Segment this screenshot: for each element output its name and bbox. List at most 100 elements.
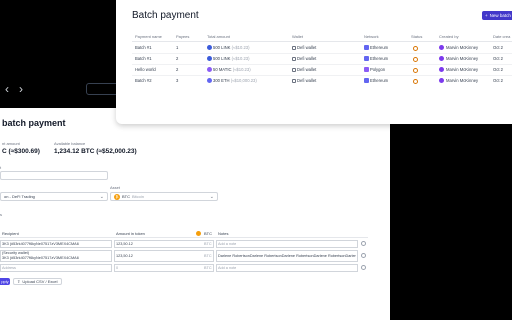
wallet-icon <box>292 78 296 83</box>
wallet-name: Defi wallet <box>297 78 317 83</box>
link-token-icon <box>207 56 212 62</box>
asset-symbol: BTC <box>122 194 130 199</box>
table-cell: Batch #2 <box>135 78 152 83</box>
network-name: Ethereum <box>370 45 389 50</box>
wallet-name: Defi wallet <box>297 45 317 50</box>
new-batch-button[interactable]: + New batch <box>482 11 512 20</box>
table-cell: Oct 2 <box>493 45 503 50</box>
chevron-down-icon: ⌄ <box>209 193 214 200</box>
bitcoin-icon: ₿ <box>114 193 120 200</box>
col-wallet[interactable]: Wallet <box>292 34 303 39</box>
eth-network-icon <box>364 56 369 62</box>
wallet-select-value: on - DeFi Trading <box>4 194 35 199</box>
wallet-name: Defi wallet <box>297 67 317 72</box>
plus-icon: + <box>485 13 488 18</box>
payees-count: 3 <box>176 78 179 83</box>
network-name: Polygon <box>370 67 386 72</box>
eth-token-icon <box>207 78 212 84</box>
new-batch-label: New batch <box>489 13 511 18</box>
col-total-amount[interactable]: Total amount <box>207 34 230 39</box>
eth-network-icon <box>364 78 369 84</box>
table-cell: Defi wallet <box>292 56 316 61</box>
amount-field[interactable] <box>114 264 214 272</box>
wallet-icon <box>292 56 296 61</box>
remove-row-icon[interactable] <box>361 253 366 258</box>
total-amount: 500 LINK <box>213 45 231 50</box>
payment-name: Batch #1 <box>135 45 152 50</box>
col-created-by[interactable]: Created by <box>439 34 459 39</box>
status-pending-icon <box>413 45 418 51</box>
payees-count: 1 <box>176 45 179 50</box>
chevron-down-icon: ⌄ <box>99 193 104 200</box>
col-payment-name[interactable]: Payment name <box>135 34 162 39</box>
field-a-label: t <box>0 165 2 170</box>
eth-network-icon <box>364 45 369 51</box>
table-cell: 500 LINK (≈$10.23) <box>207 56 250 62</box>
date-created: Oct 2 <box>493 45 504 50</box>
table-cell: Batch #1 <box>135 56 152 61</box>
remove-row-icon[interactable] <box>361 265 366 270</box>
col-payees[interactable]: Payees <box>176 34 189 39</box>
token-label: BTC <box>204 254 212 258</box>
chevron-right-icon[interactable]: › <box>16 82 26 96</box>
payees-count: 2 <box>176 67 179 72</box>
remove-row-icon[interactable] <box>361 241 366 246</box>
create-batch-panel <box>0 108 390 320</box>
network-name: Ethereum <box>370 56 389 61</box>
amount-label: nt amount <box>2 141 20 146</box>
name-input[interactable] <box>0 171 108 180</box>
table-cell: Oct 2 <box>493 78 503 83</box>
avatar <box>439 56 444 62</box>
app-stage: ‹ › batch payment nt amount C (≈$300.69)… <box>0 0 512 320</box>
asset-name: Bitcoin <box>132 194 145 199</box>
asset-select[interactable]: ₿ BTC Bitcoin ⌄ <box>110 192 218 201</box>
avatar <box>439 45 444 51</box>
col-status[interactable]: Status <box>411 34 422 39</box>
total-usd: (≈$10.23) <box>231 45 250 50</box>
poly-network-icon <box>364 67 369 73</box>
table-cell: Ethereum <box>364 45 389 51</box>
table-cell: Marvin McKinney <box>439 45 478 51</box>
table-cell: Ethereum <box>364 78 389 84</box>
upload-label: Upload CSV / Excel <box>22 279 58 284</box>
wallet-icon <box>292 67 296 72</box>
apply-button[interactable]: pply <box>0 278 10 285</box>
total-usd: (≈$10.23) <box>231 56 250 61</box>
wallet-icon <box>292 45 296 50</box>
note-field[interactable] <box>216 264 358 272</box>
avatar <box>439 78 444 84</box>
col-token[interactable]: BTC <box>196 231 212 236</box>
table-cell: Marvin McKinney <box>439 78 478 84</box>
status-pending-icon <box>413 56 418 62</box>
chevron-left-icon[interactable]: ‹ <box>2 82 12 96</box>
table-cell: 2 <box>176 67 178 72</box>
payees-count: 2 <box>176 56 179 61</box>
balance-value: 1,234.12 BTC (≈$52,000.23) <box>54 148 137 155</box>
payment-name: Batch #2 <box>135 78 152 83</box>
payment-name: Hello world <box>135 67 156 72</box>
table-cell: 1 <box>176 45 178 50</box>
table-cell: Marvin McKinney <box>439 56 479 62</box>
recipient-name: (Security wallet) <box>2 251 30 255</box>
table-cell: Ethereum <box>364 56 389 62</box>
table-cell: Oct 2 <box>493 56 503 61</box>
recipient-field[interactable] <box>0 264 112 272</box>
upload-csv-button[interactable]: ⇪ Upload CSV / Excel <box>13 278 62 285</box>
table-cell: Oct 2 <box>493 67 503 72</box>
page-title: Batch payment <box>132 10 199 21</box>
note-field[interactable] <box>216 240 358 248</box>
network-name: Ethereum <box>370 78 389 83</box>
created-by: Marvin McKinney <box>446 56 479 61</box>
amount-value: C (≈$300.69) <box>2 148 40 155</box>
create-batch-title: batch payment <box>2 118 66 128</box>
recipient-address: 3K3 (#53rk4077f6kyNe07517zV3MEX4CMA6 <box>2 242 79 246</box>
table-cell: 500 LINK (≈$10.23) <box>207 45 250 51</box>
table-cell: 2 <box>176 56 178 61</box>
wallet-select[interactable]: on - DeFi Trading ⌄ <box>0 192 108 201</box>
note-placeholder: Add a note <box>218 242 237 246</box>
col-date-created[interactable]: Date crea <box>493 34 510 39</box>
carousel-nav: ‹ › <box>2 82 26 96</box>
asset-label: Asset <box>110 185 121 190</box>
avatar <box>439 67 444 73</box>
col-network[interactable]: Network <box>364 34 379 39</box>
